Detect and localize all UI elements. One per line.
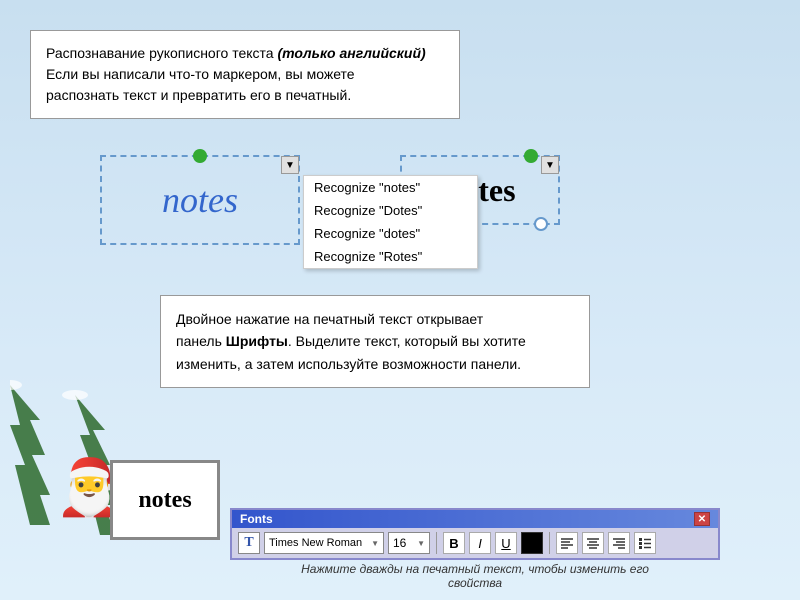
printed-dropdown-btn[interactable]: ▼: [541, 156, 559, 174]
green-dot-top: [193, 149, 207, 163]
divider-1: [436, 532, 437, 554]
middle-info-box: Двойное нажатие на печатный текст открыв…: [160, 295, 590, 388]
top-box-text: Распознавание рукописного текста (только…: [46, 43, 444, 106]
list-button[interactable]: [634, 532, 656, 554]
recognition-dropdown-btn[interactable]: ▼: [281, 156, 299, 174]
italic-button[interactable]: I: [469, 532, 491, 554]
top-box-line1: Распознавание рукописного текста: [46, 45, 277, 61]
menu-item-1[interactable]: Recognize "notes": [304, 176, 477, 199]
fonts-toolbar-title-text: Fonts: [240, 512, 273, 526]
menu-item-2[interactable]: Recognize "Dotes": [304, 199, 477, 222]
fonts-toolbar-body: T Times New Roman ▼ 16 ▼ B I U: [232, 528, 718, 558]
green-dot-right: [524, 149, 538, 163]
middle-line3: изменить, а затем используйте возможност…: [176, 356, 521, 372]
recognition-area: notes ▼ Recognize "notes" Recognize "Dot…: [100, 155, 700, 245]
bottom-caption-line1: Нажмите дважды на печатный текст, чтобы …: [301, 562, 649, 576]
font-name-value: Times New Roman: [269, 537, 362, 549]
middle-line2-end: . Выделите текст, который вы хотите: [288, 333, 526, 349]
middle-line2-start: панель: [176, 333, 226, 349]
handwritten-notes-box: notes ▼ Recognize "notes" Recognize "Dot…: [100, 155, 300, 245]
handwritten-text: notes: [162, 179, 238, 221]
font-size-value: 16: [393, 536, 406, 550]
menu-item-4[interactable]: Recognize "Rotes": [304, 245, 477, 268]
align-left-button[interactable]: [556, 532, 578, 554]
bottom-caption-line2: свойства: [448, 576, 502, 590]
align-center-button[interactable]: [582, 532, 604, 554]
font-size-dropdown-arrow: ▼: [417, 539, 425, 548]
top-box-italic: (только английский): [277, 45, 425, 61]
fonts-toolbar: Fonts ✕ T Times New Roman ▼ 16 ▼ B: [230, 508, 720, 560]
middle-line2-bold: Шрифты: [226, 333, 288, 349]
menu-item-3[interactable]: Recognize "dotes": [304, 222, 477, 245]
font-size-selector[interactable]: 16 ▼: [388, 532, 430, 554]
top-box-line3: распознать текст и превратить его в печа…: [46, 87, 351, 103]
divider-2: [549, 532, 550, 554]
fonts-toolbar-titlebar: Fonts ✕: [232, 510, 718, 528]
close-icon: ✕: [698, 514, 706, 525]
notes-border-text: notes: [138, 487, 191, 514]
bold-button[interactable]: B: [443, 532, 465, 554]
fonts-toolbar-close-btn[interactable]: ✕: [694, 512, 710, 526]
align-right-button[interactable]: [608, 532, 630, 554]
bottom-caption: Нажмите дважды на печатный текст, чтобы …: [230, 562, 720, 590]
font-name-dropdown-arrow: ▼: [371, 539, 379, 548]
top-info-box: Распознавание рукописного текста (только…: [30, 30, 460, 119]
underline-button[interactable]: U: [495, 532, 517, 554]
content-layer: Распознавание рукописного текста (только…: [0, 0, 800, 600]
circle-handle: [534, 217, 548, 231]
top-box-line2: Если вы написали что-то маркером, вы мож…: [46, 66, 355, 82]
color-picker-block[interactable]: [521, 532, 543, 554]
recognition-dropdown-menu: Recognize "notes" Recognize "Dotes" Reco…: [303, 175, 478, 269]
notes-border-box: notes: [110, 460, 220, 540]
font-t-icon: T: [238, 532, 260, 554]
font-name-selector[interactable]: Times New Roman ▼: [264, 532, 384, 554]
middle-line1: Двойное нажатие на печатный текст открыв…: [176, 311, 483, 327]
middle-box-text: Двойное нажатие на печатный текст открыв…: [176, 308, 574, 375]
